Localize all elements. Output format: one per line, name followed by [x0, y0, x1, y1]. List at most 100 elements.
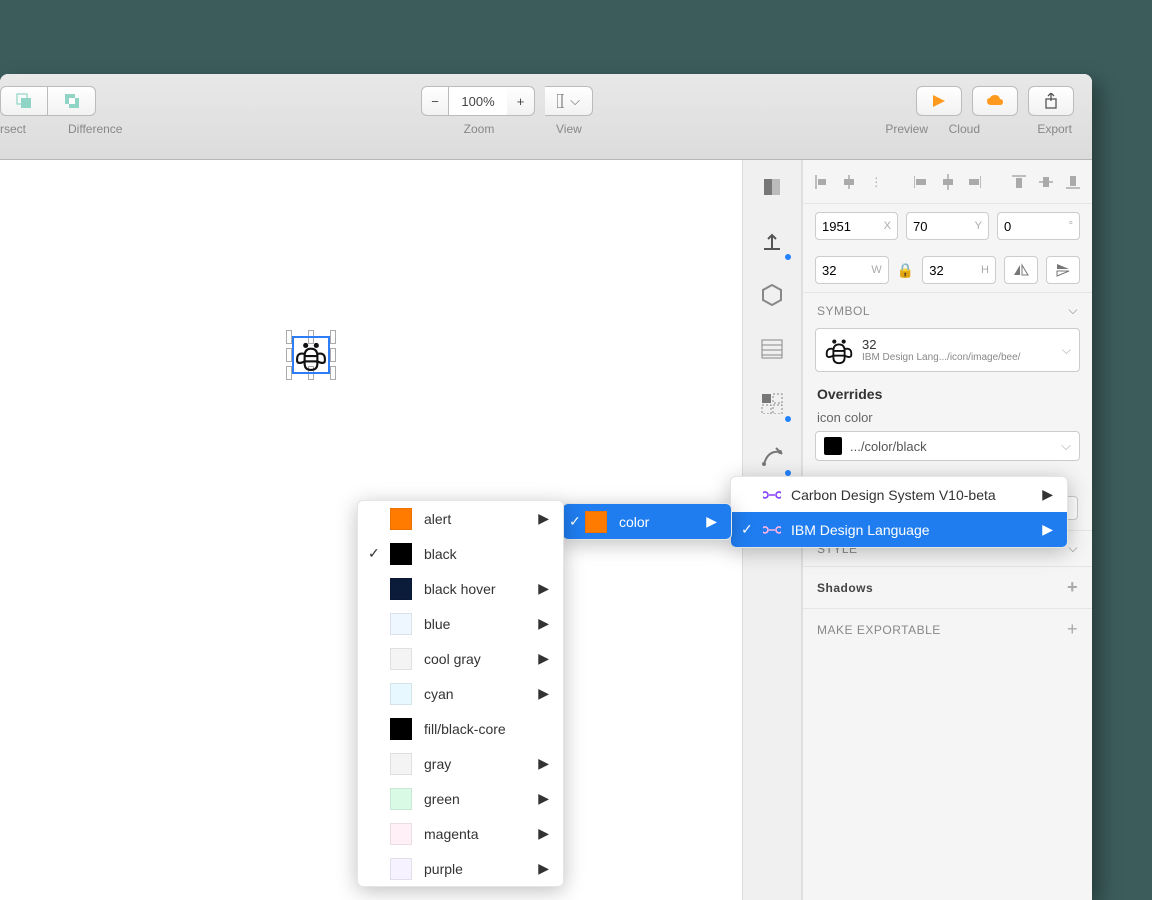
selected-symbol-instance[interactable] [286, 330, 336, 380]
zoom-in-button[interactable]: + [507, 86, 535, 116]
resize-handle[interactable] [330, 330, 336, 344]
chevron-right-icon: ▶ [538, 580, 549, 597]
color-swatch [390, 578, 412, 600]
selection-outline [292, 336, 330, 374]
color-list-item[interactable]: magenta▶ [358, 816, 563, 851]
plus-icon[interactable]: + [1067, 577, 1078, 598]
color-list-item[interactable]: green▶ [358, 781, 563, 816]
color-swatch [390, 648, 412, 670]
rotation-field[interactable]: ° [997, 212, 1080, 240]
plugin-tab-1[interactable] [743, 160, 801, 214]
align-right2-icon[interactable] [965, 172, 984, 192]
link-icon [763, 488, 781, 502]
color-swatch [390, 823, 412, 845]
plugin-tab-4[interactable] [743, 322, 801, 376]
chevron-down-icon: ⌵ [1068, 541, 1078, 556]
chevron-right-icon: ▶ [538, 755, 549, 772]
alignment-row: ⋮ [803, 160, 1092, 204]
align-bottom-icon[interactable] [1063, 172, 1082, 192]
color-menu-item[interactable]: ✓ color ▶ [563, 504, 731, 539]
view-group: ⌵ [545, 86, 593, 116]
chevron-right-icon: ▶ [538, 510, 549, 527]
flip-vertical-button[interactable] [1046, 256, 1080, 284]
width-field[interactable]: W [815, 256, 889, 284]
view-label: View [556, 122, 582, 136]
color-swatch [390, 543, 412, 565]
bee-icon [824, 335, 854, 365]
color-swatch [585, 511, 607, 533]
plus-icon[interactable]: + [1067, 619, 1078, 640]
chevron-right-icon: ▶ [538, 825, 549, 842]
resize-handle[interactable] [330, 348, 336, 362]
export-button[interactable] [1028, 86, 1074, 116]
color-swatch [390, 753, 412, 775]
intersect-label: Intersect [0, 122, 26, 136]
cloud-button[interactable] [972, 86, 1018, 116]
color-list-item[interactable]: blue▶ [358, 606, 563, 641]
color-list-item[interactable]: ✓black [358, 536, 563, 571]
chevron-right-icon: ▶ [538, 790, 549, 807]
check-icon: ✓ [368, 545, 380, 562]
share-icon [1044, 93, 1058, 109]
zoom-group: − 100% + [421, 86, 535, 116]
override-icon-color-select[interactable]: .../color/black ⌵ [815, 431, 1080, 461]
preview-button[interactable] [916, 86, 962, 116]
align-hcenter-icon[interactable] [840, 172, 859, 192]
color-list-item[interactable]: gray▶ [358, 746, 563, 781]
check-icon: ✓ [569, 513, 581, 530]
chevron-right-icon: ▶ [538, 615, 549, 632]
color-swatch [390, 613, 412, 635]
align-right-icon[interactable]: ⋮ [867, 172, 886, 192]
boolean-ops-group [0, 86, 96, 116]
zoom-out-button[interactable]: − [421, 86, 449, 116]
library-picker-menu: Carbon Design System V10-beta ▶ ✓ IBM De… [730, 476, 1068, 548]
library-menu-item[interactable]: Carbon Design System V10-beta ▶ [731, 477, 1067, 512]
zoom-value[interactable]: 100% [449, 86, 507, 116]
height-field[interactable]: H [922, 256, 996, 284]
intersect-button[interactable] [0, 86, 48, 116]
y-position-field[interactable]: Y [906, 212, 989, 240]
symbol-name: 32 [862, 337, 1020, 352]
color-list-item[interactable]: purple▶ [358, 851, 563, 886]
toolbar: Intersect Difference − 100% + Zoom ⌵ Vie… [0, 74, 1092, 160]
symbol-source-select[interactable]: 32 IBM Design Lang.../icon/image/bee/ ⌵ [815, 328, 1080, 372]
chevron-icon: ⌵ [1061, 438, 1071, 454]
chevron-icon: ⌵ [1062, 343, 1071, 358]
x-position-field[interactable]: X [815, 212, 898, 240]
color-list-item[interactable]: cool gray▶ [358, 641, 563, 676]
zoom-label: Zoom [454, 122, 504, 136]
color-list-item[interactable]: black hover▶ [358, 571, 563, 606]
preview-label: Preview [885, 122, 928, 136]
chevron-right-icon: ▶ [538, 685, 549, 702]
color-list-item[interactable]: cyan▶ [358, 676, 563, 711]
cloud-label: Cloud [949, 122, 980, 136]
chevron-right-icon: ▶ [538, 860, 549, 877]
difference-button[interactable] [48, 86, 96, 116]
color-list-item[interactable]: fill/black-core [358, 711, 563, 746]
align-left2-icon[interactable] [911, 172, 930, 192]
color-swatch [390, 718, 412, 740]
view-button[interactable]: ⌵ [545, 86, 593, 116]
make-exportable-header[interactable]: MAKE EXPORTABLE+ [803, 608, 1092, 650]
library-menu-item[interactable]: ✓ IBM Design Language ▶ [731, 512, 1067, 547]
flip-horizontal-button[interactable] [1004, 256, 1038, 284]
align-center-icon[interactable] [938, 172, 957, 192]
export-label: Export [1037, 122, 1072, 136]
lock-aspect-icon[interactable]: 🔒 [897, 262, 914, 279]
align-top-icon[interactable] [1009, 172, 1028, 192]
color-swatch [390, 683, 412, 705]
align-left-icon[interactable] [813, 172, 832, 192]
plugin-tab-2[interactable] [743, 214, 801, 268]
color-submenu: ✓ color ▶ [562, 503, 732, 540]
shadows-section-header[interactable]: Shadows+ [803, 566, 1092, 608]
chevron-right-icon: ▶ [538, 650, 549, 667]
symbol-section-header[interactable]: SYMBOL ⌵ [803, 292, 1092, 328]
overrides-header: Overrides [803, 382, 1092, 408]
override-value: .../color/black [850, 439, 927, 454]
align-vcenter-icon[interactable] [1036, 172, 1055, 192]
plugin-tab-5[interactable] [743, 376, 801, 430]
plugin-tab-3[interactable] [743, 268, 801, 322]
symbol-path: IBM Design Lang.../icon/image/bee/ [862, 352, 1020, 363]
color-list-item[interactable]: alert▶ [358, 501, 563, 536]
resize-handle[interactable] [330, 366, 336, 380]
